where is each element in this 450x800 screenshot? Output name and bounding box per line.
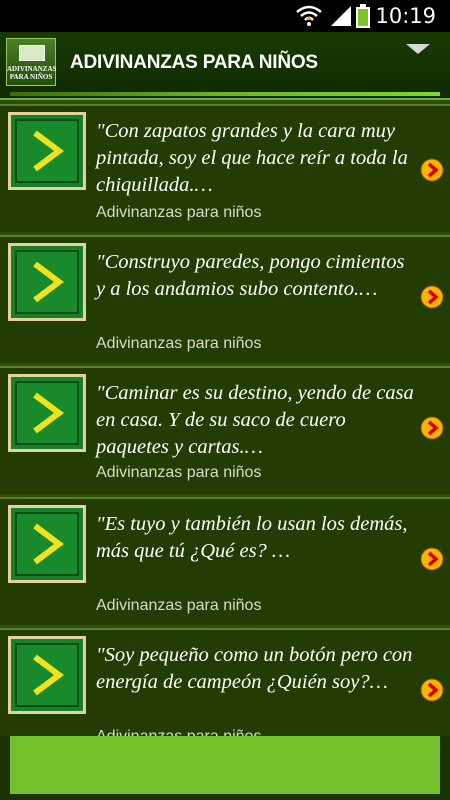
riddle-text: "Caminar es su destino, yendo de casa en…: [96, 382, 414, 458]
castle-icon: [19, 45, 45, 61]
riddle-text: "Es tuyo y también lo usan los demás, má…: [96, 513, 408, 562]
item-thumbnail: [8, 505, 86, 583]
arrow-right-icon[interactable]: [420, 416, 444, 440]
app-header: ADIVINANZAS PARA NIÑOS ADIVINANZAS PARA …: [0, 32, 450, 100]
list-item[interactable]: "Construyo paredes, pongo cimientos y a …: [0, 235, 450, 363]
status-bar: 10:19: [0, 0, 450, 32]
wifi-icon: [296, 5, 322, 32]
chevron-right-icon: [33, 654, 64, 696]
bottom-banner: [0, 736, 450, 800]
riddle-text: "Soy pequeño como un botón pero con ener…: [96, 644, 413, 693]
battery-icon: [356, 4, 370, 33]
app-logo-text: ADIVINANZAS PARA NIÑOS: [7, 65, 57, 81]
riddle-source: Adivinanzas para niños: [96, 597, 262, 614]
riddle-source: Adivinanzas para niños: [96, 335, 262, 352]
arrow-right-icon[interactable]: [420, 285, 444, 309]
riddle-source: Adivinanzas para niños: [96, 728, 261, 736]
list-item[interactable]: "Es tuyo y también lo usan los demás, má…: [0, 497, 450, 625]
list-item[interactable]: "Soy pequeño como un botón pero con ener…: [0, 628, 450, 736]
menu-triangle-icon[interactable]: [406, 44, 430, 54]
chevron-right-icon: [33, 261, 64, 303]
header-progress-fill: [10, 92, 440, 96]
riddle-source: Adivinanzas para niños: [96, 204, 262, 221]
status-time: 10:19: [375, 4, 436, 28]
arrow-right-icon[interactable]: [420, 547, 444, 571]
signal-icon: [330, 6, 352, 31]
riddle-source: Adivinanzas para niños: [96, 464, 262, 481]
arrow-right-icon[interactable]: [420, 678, 444, 702]
list-item[interactable]: "Caminar es su destino, yendo de casa en…: [0, 366, 450, 494]
item-thumbnail: [8, 112, 86, 190]
list-item[interactable]: "Con zapatos grandes y la cara muy pinta…: [0, 104, 450, 232]
header-progress-bar: [10, 92, 440, 96]
chevron-right-icon: [33, 130, 64, 172]
riddle-text: "Construyo paredes, pongo cimientos y a …: [96, 251, 405, 300]
riddle-list[interactable]: "Con zapatos grandes y la cara muy pinta…: [0, 100, 450, 736]
app-title: ADIVINANZAS PARA NIÑOS: [70, 52, 318, 73]
item-thumbnail: [8, 374, 86, 452]
bottom-banner-panel[interactable]: [10, 736, 440, 794]
app-logo[interactable]: ADIVINANZAS PARA NIÑOS: [6, 38, 56, 86]
arrow-right-icon[interactable]: [420, 158, 444, 182]
chevron-right-icon: [33, 392, 64, 434]
chevron-right-icon: [33, 523, 64, 565]
item-thumbnail: [8, 243, 86, 321]
item-thumbnail: [8, 636, 86, 714]
riddle-text: "Con zapatos grandes y la cara muy pinta…: [96, 120, 408, 196]
